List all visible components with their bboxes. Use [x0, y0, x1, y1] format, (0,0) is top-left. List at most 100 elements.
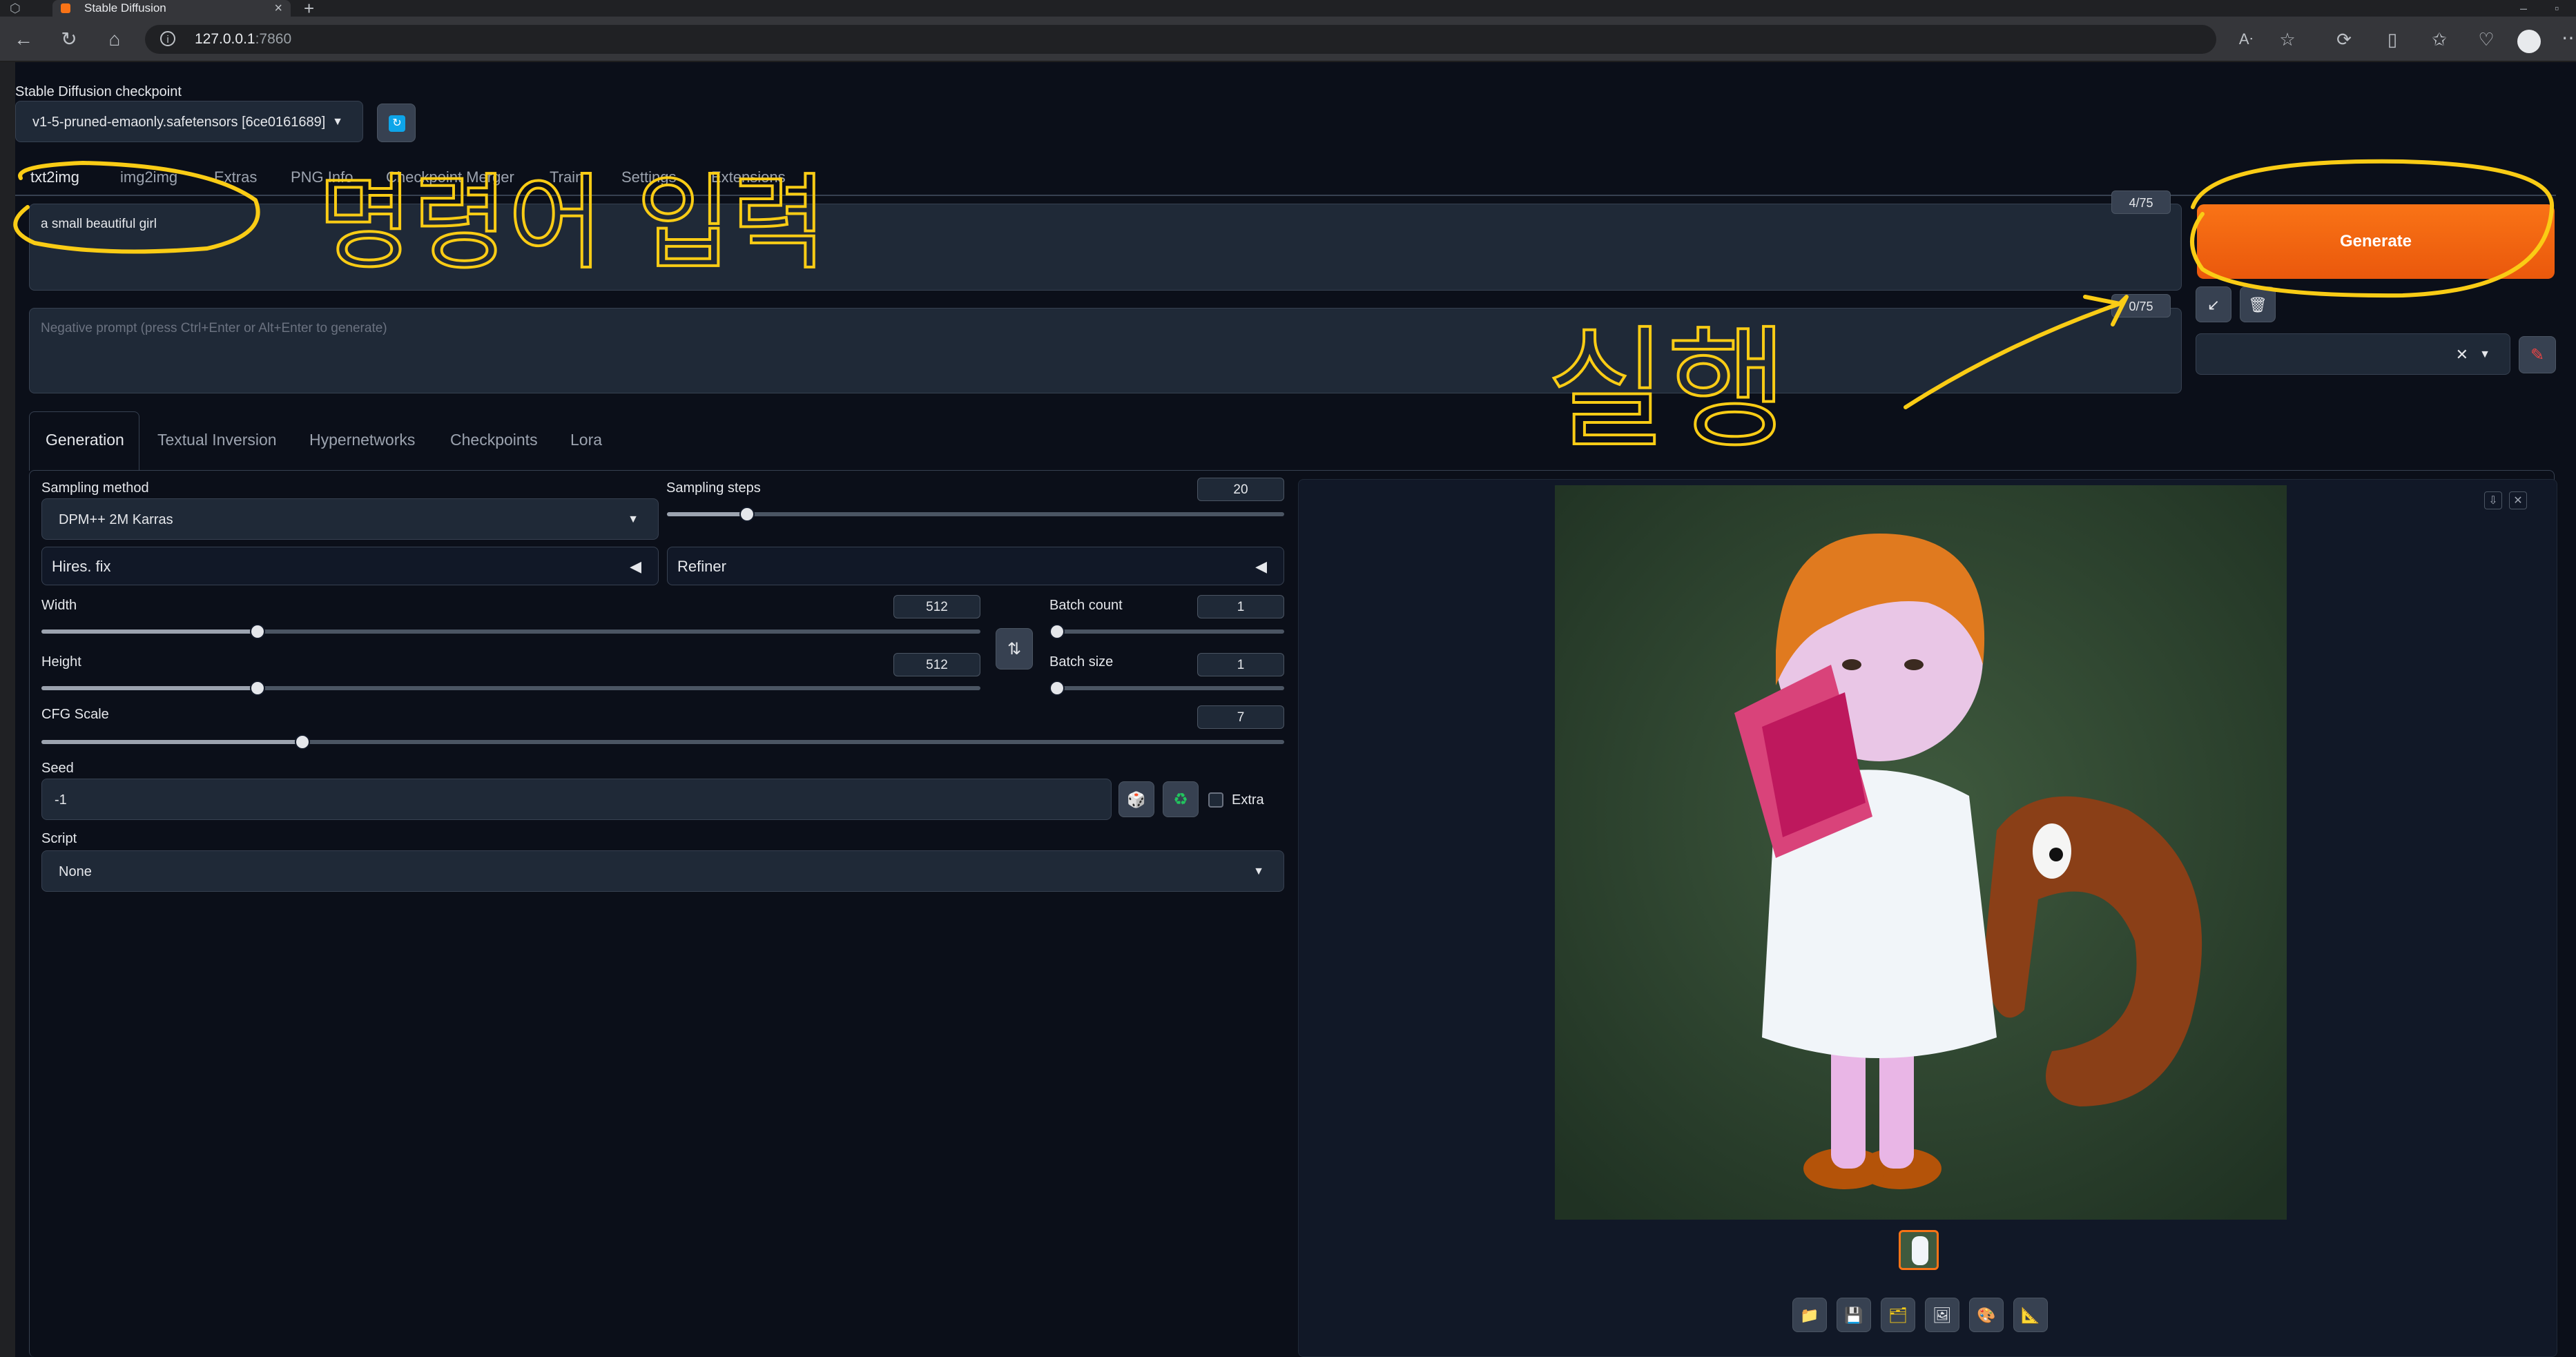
edit-styles-button[interactable]: ✎	[2519, 336, 2556, 373]
slider-handle[interactable]	[250, 624, 265, 639]
slider-track	[667, 512, 1284, 516]
width-input[interactable]: 512	[893, 595, 980, 618]
random-seed-button[interactable]: 🎲	[1118, 781, 1154, 817]
slider-handle[interactable]	[1049, 624, 1065, 639]
cfg-scale-label: CFG Scale	[41, 707, 109, 722]
sampling-steps-input[interactable]: 20	[1197, 478, 1284, 501]
send-to-img2img-button[interactable]: 🖼	[1925, 1298, 1959, 1332]
tab-extras[interactable]: Extras	[214, 168, 257, 186]
slider-handle[interactable]	[739, 507, 755, 522]
reuse-seed-button[interactable]: ♻	[1163, 781, 1199, 817]
slider-handle[interactable]	[250, 681, 265, 696]
sampling-steps-slider[interactable]	[667, 507, 1284, 522]
tab-settings[interactable]: Settings	[621, 168, 677, 186]
batch-count-input[interactable]: 1	[1197, 595, 1284, 618]
read-params-button[interactable]: ↙	[2196, 286, 2231, 322]
favorites-icon[interactable]: ✩	[2428, 28, 2451, 51]
extra-seed-checkbox[interactable]	[1208, 792, 1223, 808]
negative-prompt-token-counter: 0/75	[2111, 294, 2171, 318]
tab-txt2img[interactable]: txt2img	[30, 168, 79, 186]
sampling-steps-label: Sampling steps	[666, 480, 761, 496]
slider-handle[interactable]	[295, 734, 310, 750]
close-tab-icon[interactable]: ×	[274, 0, 282, 17]
site-info-icon[interactable]: i	[160, 31, 175, 46]
checkpoint-dropdown[interactable]: v1-5-pruned-emaonly.safetensors [6ce0161…	[15, 101, 363, 142]
refresh-checkpoints-button[interactable]: ↻	[377, 104, 416, 142]
seed-value: -1	[55, 792, 67, 808]
sampling-method-value: DPM++ 2M Karras	[59, 512, 173, 527]
trash-icon: 🗑	[2248, 296, 2267, 313]
open-folder-button[interactable]: 📁	[1792, 1298, 1827, 1332]
new-tab-icon[interactable]: +	[304, 0, 314, 17]
tab-hypernetworks[interactable]: Hypernetworks	[309, 431, 415, 449]
send-to-extras-button[interactable]: 📐	[2013, 1298, 2048, 1332]
browser-essentials-icon[interactable]: ♡	[2475, 28, 2498, 51]
seed-input[interactable]: -1	[41, 779, 1112, 820]
cfg-scale-input[interactable]: 7	[1197, 705, 1284, 729]
sampling-method-dropdown[interactable]: DPM++ 2M Karras ▼	[41, 498, 659, 540]
batch-count-slider[interactable]	[1049, 624, 1284, 639]
home-icon[interactable]: ⌂	[101, 17, 128, 62]
checkpoint-value: v1-5-pruned-emaonly.safetensors [6ce0161…	[32, 115, 326, 130]
read-aloud-icon[interactable]: Aᐧ	[2234, 28, 2258, 51]
tab-generation[interactable]: Generation	[46, 431, 124, 449]
browser-tab[interactable]: Stable Diffusion ×	[52, 0, 291, 17]
slider-track	[1049, 686, 1284, 690]
close-icon[interactable]: ✕	[2509, 491, 2527, 509]
send-to-inpaint-button[interactable]: 🎨	[1969, 1298, 2004, 1332]
image-icon: 🖼	[1933, 1307, 1952, 1324]
tab-textual-inversion[interactable]: Textual Inversion	[157, 431, 277, 449]
swap-dimensions-button[interactable]: ⇅	[996, 628, 1033, 670]
negative-prompt-textarea[interactable]: Negative prompt (press Ctrl+Enter or Alt…	[29, 308, 2182, 393]
zip-button[interactable]: 🗂	[1881, 1298, 1915, 1332]
script-value: None	[59, 864, 92, 879]
address-bar[interactable]: i 127.0.0.1:7860	[145, 25, 2216, 54]
browser-tab-title: Stable Diffusion	[84, 1, 166, 14]
slider-handle[interactable]	[1049, 681, 1065, 696]
collapse-triangle-icon: ◀	[1255, 558, 1267, 575]
profile-avatar[interactable]	[2517, 30, 2541, 53]
tab-lora[interactable]: Lora	[570, 431, 602, 449]
width-slider[interactable]	[41, 624, 980, 639]
height-slider[interactable]	[41, 681, 980, 696]
tab-checkpoint-merger[interactable]: Checkpoint Merger	[386, 168, 514, 186]
minimize-icon[interactable]: –	[2520, 0, 2527, 17]
split-screen-icon[interactable]: ▯	[2381, 28, 2404, 51]
tab-extensions[interactable]: Extensions	[711, 168, 786, 186]
refiner-accordion[interactable]: Refiner ◀	[667, 547, 1284, 585]
tab-train[interactable]: Train	[550, 168, 583, 186]
gallery-thumbnail[interactable]	[1899, 1230, 1939, 1270]
more-menu-icon[interactable]: ⋯	[2562, 26, 2576, 49]
generate-button[interactable]: Generate	[2197, 204, 2555, 279]
clear-prompt-button[interactable]: 🗑	[2240, 286, 2276, 322]
batch-count-label: Batch count	[1049, 598, 1123, 613]
slider-fill	[41, 629, 258, 634]
download-icon[interactable]: ⇩	[2484, 491, 2502, 509]
cfg-scale-slider[interactable]	[41, 734, 1284, 750]
prompt-token-counter: 4/75	[2111, 191, 2171, 214]
back-icon[interactable]: ←	[10, 17, 37, 62]
prompt-textarea[interactable]: a small beautiful girl	[29, 204, 2182, 291]
batch-size-slider[interactable]	[1049, 681, 1284, 696]
clear-styles-icon[interactable]: ✕	[2456, 334, 2468, 375]
seed-label: Seed	[41, 761, 74, 776]
styles-dropdown[interactable]: ✕ ▼	[2196, 333, 2510, 375]
maximize-icon[interactable]: ▫	[2555, 0, 2559, 17]
recycle-icon: ♻	[1173, 790, 1188, 809]
generated-image[interactable]	[1555, 485, 2287, 1220]
checkpoint-label: Stable Diffusion checkpoint	[15, 84, 182, 99]
extra-seed-label: Extra	[1232, 792, 1264, 808]
height-input[interactable]: 512	[893, 653, 980, 676]
script-dropdown[interactable]: None ▼	[41, 850, 1284, 892]
browser-menu-icon[interactable]: ⬡	[10, 1, 21, 16]
batch-size-input[interactable]: 1	[1197, 653, 1284, 676]
tab-img2img[interactable]: img2img	[120, 168, 177, 186]
favorite-star-icon[interactable]: ☆	[2276, 28, 2299, 51]
hires-fix-accordion[interactable]: Hires. fix ◀	[41, 547, 659, 585]
extensions-icon[interactable]: ⟳	[2332, 28, 2356, 51]
tab-checkpoints[interactable]: Checkpoints	[450, 431, 538, 449]
reload-icon[interactable]: ↻	[55, 17, 83, 62]
window-left-edge	[0, 62, 15, 1357]
tab-png-info[interactable]: PNG Info	[291, 168, 353, 186]
save-button[interactable]: 💾	[1837, 1298, 1871, 1332]
